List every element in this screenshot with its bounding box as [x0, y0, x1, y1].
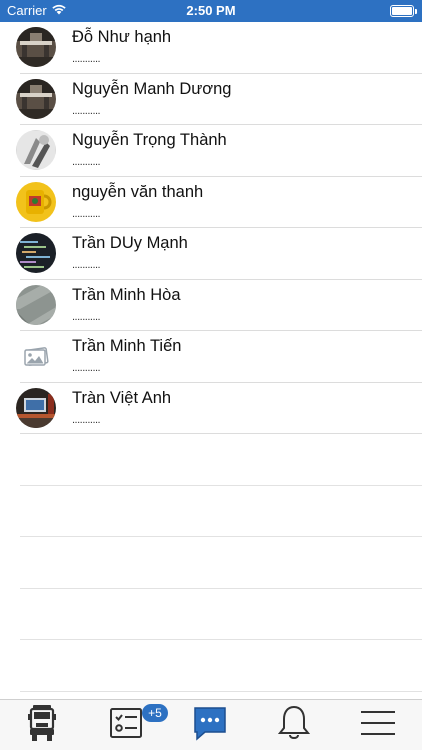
contact-subtitle: ........... [72, 156, 101, 168]
bell-icon [276, 704, 312, 747]
contact-name: Nguyễn Trọng Thành [72, 131, 227, 149]
contact-name: Tràn Việt Anh [72, 388, 172, 407]
contact-name: Trần DUy Mạnh [72, 234, 188, 252]
contact-name: Trần Minh Tiến [72, 337, 182, 355]
tab-tasks[interactable]: +5 [84, 700, 168, 750]
image-placeholder-icon [16, 336, 56, 376]
contact-row[interactable]: Tràn Việt Anh ........... [0, 383, 422, 435]
notification-badge: +5 [142, 704, 168, 722]
contact-name: nguyễn văn thanh [72, 182, 204, 201]
truck-icon [22, 703, 62, 748]
contact-row[interactable]: Nguyễn Trọng Thành ........... [0, 125, 422, 177]
tab-bar: +5 [0, 699, 422, 750]
avatar [16, 27, 56, 67]
empty-list-row [0, 486, 422, 538]
avatar [16, 181, 56, 222]
contact-row[interactable]: Trần Minh Hòa ........... [0, 280, 422, 332]
contact-subtitle: ........... [72, 259, 101, 271]
contact-subtitle: ........... [72, 413, 101, 426]
avatar [16, 78, 56, 119]
contact-subtitle: ........... [72, 53, 101, 65]
checklist-icon [108, 705, 144, 746]
empty-list-row [0, 589, 422, 641]
avatar [16, 233, 56, 273]
empty-list-row [0, 537, 422, 589]
avatar [16, 284, 56, 325]
tab-messages[interactable] [168, 700, 252, 750]
avatar [16, 387, 56, 428]
contact-row[interactable]: Nguyễn Manh Dương ........... [0, 74, 422, 126]
contact-row[interactable]: Đỗ Như hạnh ........... [0, 22, 422, 74]
contact-name: Nguyễn Manh Dương [72, 79, 232, 98]
tab-menu[interactable] [336, 700, 420, 750]
tab-trucks[interactable] [0, 700, 84, 750]
contact-subtitle: ........... [72, 104, 101, 117]
empty-list-row [0, 640, 422, 692]
contact-subtitle: ........... [72, 310, 101, 323]
status-time: 2:50 PM [186, 3, 236, 18]
contact-name: Trần Minh Hòa [72, 285, 181, 304]
empty-list-row [0, 434, 422, 486]
tab-notifications[interactable] [252, 700, 336, 750]
menu-icon [361, 708, 395, 743]
contact-name: Đỗ Như hạnh [72, 28, 172, 46]
contact-subtitle: ........... [72, 207, 101, 220]
contact-row[interactable]: Trần Minh Tiến ........... [0, 331, 422, 383]
contact-list[interactable]: Đỗ Như hạnh ........... Nguyễn Manh Dươn… [0, 22, 422, 692]
avatar [16, 130, 56, 170]
contact-row[interactable]: Trần DUy Mạnh ........... [0, 228, 422, 280]
status-bar: Carrier 2:50 PM [0, 0, 422, 22]
contact-subtitle: ........... [72, 362, 101, 374]
chat-icon [191, 704, 229, 747]
contact-row[interactable]: nguyễn văn thanh ........... [0, 177, 422, 229]
battery-icon [390, 5, 417, 17]
